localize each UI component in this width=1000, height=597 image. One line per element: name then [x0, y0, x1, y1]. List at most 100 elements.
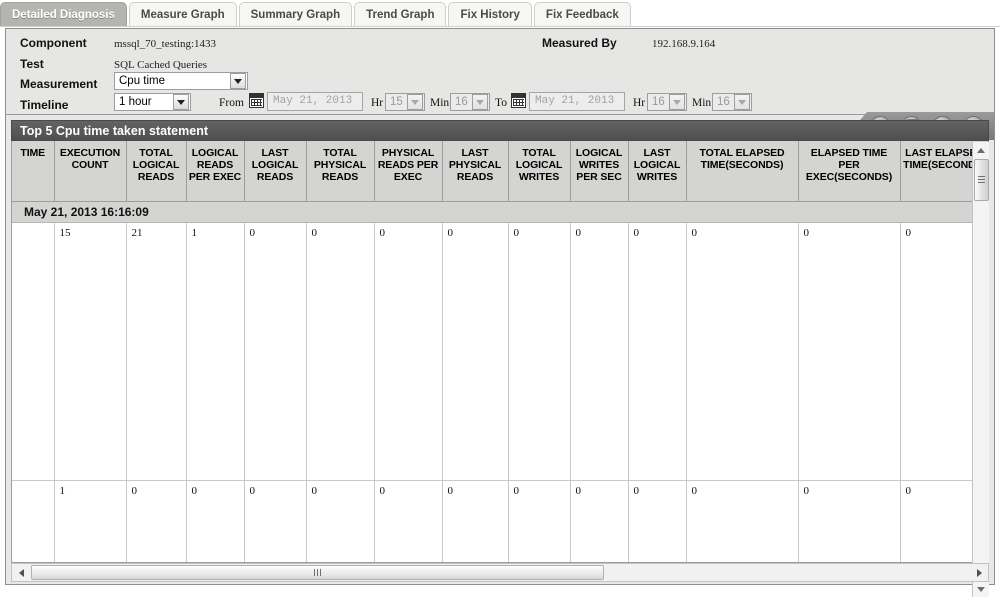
test-label: Test	[20, 57, 44, 71]
table-cell: 0	[306, 480, 375, 562]
cell-time	[12, 222, 55, 481]
table-cell: 0	[244, 222, 307, 481]
grid-column-header[interactable]: TOTAL PHYSICAL READS	[306, 141, 375, 202]
grid-column-header[interactable]: TIME	[12, 141, 55, 202]
tab-fix-feedback[interactable]: Fix Feedback	[533, 2, 631, 27]
to-hour-select[interactable]: 16	[647, 93, 687, 111]
component-label: Component	[20, 36, 87, 50]
scroll-right-arrow[interactable]	[971, 564, 987, 581]
to-minute-value: 16	[717, 96, 730, 108]
grid-column-header[interactable]: ELAPSED TIME PER EXEC(SECONDS)	[798, 141, 901, 202]
tab-bar: Detailed Diagnosis Measure Graph Summary G…	[0, 0, 1000, 27]
timeline-select[interactable]: 1 hour	[114, 93, 191, 111]
grid-column-header[interactable]: TOTAL LOGICAL READS	[126, 141, 187, 202]
table-cell: 0	[570, 222, 629, 481]
table-cell: 0	[244, 480, 307, 562]
grid-body: May 21, 2013 16:16:09 15 21 1 0 0 0 0 0 0 0 0 0 0 1 0 0 0…	[12, 201, 988, 562]
tab-bar-underline	[0, 26, 1000, 27]
grid-column-header[interactable]: LOGICAL WRITES PER SEC	[570, 141, 629, 202]
scroll-left-arrow[interactable]	[13, 564, 29, 581]
from-minute-value: 16	[455, 96, 468, 108]
timeline-select-value: 1 hour	[119, 96, 152, 108]
table-cell: 0	[374, 480, 443, 562]
tab-detailed-diagnosis[interactable]: Detailed Diagnosis	[0, 2, 127, 27]
criteria-form: Component mssql_70_testing:1433 Test SQL…	[6, 29, 994, 115]
table-cell: 0	[374, 222, 443, 481]
table-cell: 1	[54, 480, 127, 562]
to-min-label: Min	[692, 97, 712, 109]
table-cell: 0	[442, 480, 509, 562]
table-row[interactable]: 1000000000000	[12, 480, 988, 562]
grid-column-header[interactable]: LAST LOGICAL READS	[244, 141, 307, 202]
grid-column-header[interactable]: EXECUTION COUNT	[54, 141, 127, 202]
measurement-select[interactable]: Cpu time	[114, 72, 248, 90]
table-cell: 0	[686, 480, 799, 562]
horizontal-scrollbar-thumb[interactable]	[31, 565, 604, 580]
table-cell: 0	[798, 480, 901, 562]
table-cell: 15	[54, 222, 127, 481]
tab-trend-graph[interactable]: Trend Graph	[354, 2, 447, 27]
chevron-down-icon	[173, 94, 189, 110]
from-hour-select[interactable]: 15	[385, 93, 425, 111]
chevron-down-icon	[472, 94, 488, 110]
timeline-label: Timeline	[20, 98, 69, 112]
detailed-diagnosis-panel: Component mssql_70_testing:1433 Test SQL…	[5, 28, 995, 597]
tab-strip: Detailed Diagnosis Measure Graph Summary G…	[0, 0, 631, 27]
scroll-up-arrow[interactable]	[973, 142, 989, 158]
grid-column-header[interactable]: PHYSICAL READS PER EXEC	[374, 141, 443, 202]
table-cell: 0	[686, 222, 799, 481]
tab-measure-graph[interactable]: Measure Graph	[128, 2, 237, 27]
grid-title: Top 5 Cpu time taken statement	[11, 120, 989, 141]
to-label: To	[495, 97, 507, 109]
table-cell: 0	[442, 222, 509, 481]
to-date-input[interactable]: May 21, 2013	[529, 92, 625, 111]
chevron-down-icon	[230, 73, 246, 89]
table-cell: 0	[508, 480, 571, 562]
tab-summary-graph[interactable]: Summary Graph	[238, 2, 353, 27]
grid-column-header[interactable]: LOGICAL READS PER EXEC	[186, 141, 245, 202]
grid-group-header-row: May 21, 2013 16:16:09	[12, 201, 988, 223]
from-minute-select[interactable]: 16	[450, 93, 490, 111]
tab-fix-history[interactable]: Fix History	[448, 2, 532, 27]
scroll-down-arrow[interactable]	[973, 581, 989, 597]
from-min-label: Min	[430, 97, 450, 109]
calendar-icon-from[interactable]	[249, 93, 264, 108]
vertical-scrollbar[interactable]	[972, 142, 989, 597]
table-cell: 0	[628, 480, 687, 562]
grid-column-header[interactable]: LAST PHYSICAL READS	[442, 141, 509, 202]
table-cell: 0	[306, 222, 375, 481]
from-label: From	[219, 97, 244, 109]
measured-by-label: Measured By	[542, 36, 617, 50]
grid-column-header[interactable]: LAST LOGICAL WRITES	[628, 141, 687, 202]
chevron-down-icon	[669, 94, 685, 110]
grid-column-header[interactable]: TOTAL ELAPSED TIME(SECONDS)	[686, 141, 799, 202]
table-cell: 21	[126, 222, 187, 481]
grid-column-header[interactable]: TOTAL LOGICAL WRITES	[508, 141, 571, 202]
table-cell: 0	[126, 480, 187, 562]
to-hour-value: 16	[652, 96, 665, 108]
table-cell: 0	[798, 222, 901, 481]
to-hr-label: Hr	[633, 97, 646, 109]
calendar-icon-to[interactable]	[511, 93, 526, 108]
test-value: SQL Cached Queries	[114, 59, 208, 71]
from-hour-value: 15	[390, 96, 403, 108]
table-cell: 0	[508, 222, 571, 481]
table-row[interactable]: 15 21 1 0 0 0 0 0 0 0 0 0 0	[12, 222, 988, 481]
vertical-scrollbar-thumb[interactable]	[974, 159, 989, 201]
from-date-input[interactable]: May 21, 2013	[267, 92, 363, 111]
horizontal-scrollbar[interactable]	[11, 563, 989, 582]
cell-time	[12, 480, 55, 562]
grid-group-header-label: May 21, 2013 16:16:09	[12, 201, 988, 223]
table-cell: 0	[186, 480, 245, 562]
results-grid-scroll-area[interactable]: TIME EXECUTION COUNT TOTAL LOGICAL READS LO…	[11, 141, 989, 563]
grid-header-row: TIME EXECUTION COUNT TOTAL LOGICAL READS LO…	[12, 141, 988, 202]
measurement-label: Measurement	[20, 77, 98, 91]
measurement-select-value: Cpu time	[119, 75, 166, 87]
to-minute-select[interactable]: 16	[712, 93, 752, 111]
component-value: mssql_70_testing:1433	[114, 38, 217, 50]
chevron-down-icon	[407, 94, 423, 110]
results-grid: TIME EXECUTION COUNT TOTAL LOGICAL READS LO…	[12, 141, 988, 562]
measured-by-value: 192.168.9.164	[652, 38, 716, 50]
table-cell: 0	[570, 480, 629, 562]
chevron-down-icon	[734, 94, 750, 110]
